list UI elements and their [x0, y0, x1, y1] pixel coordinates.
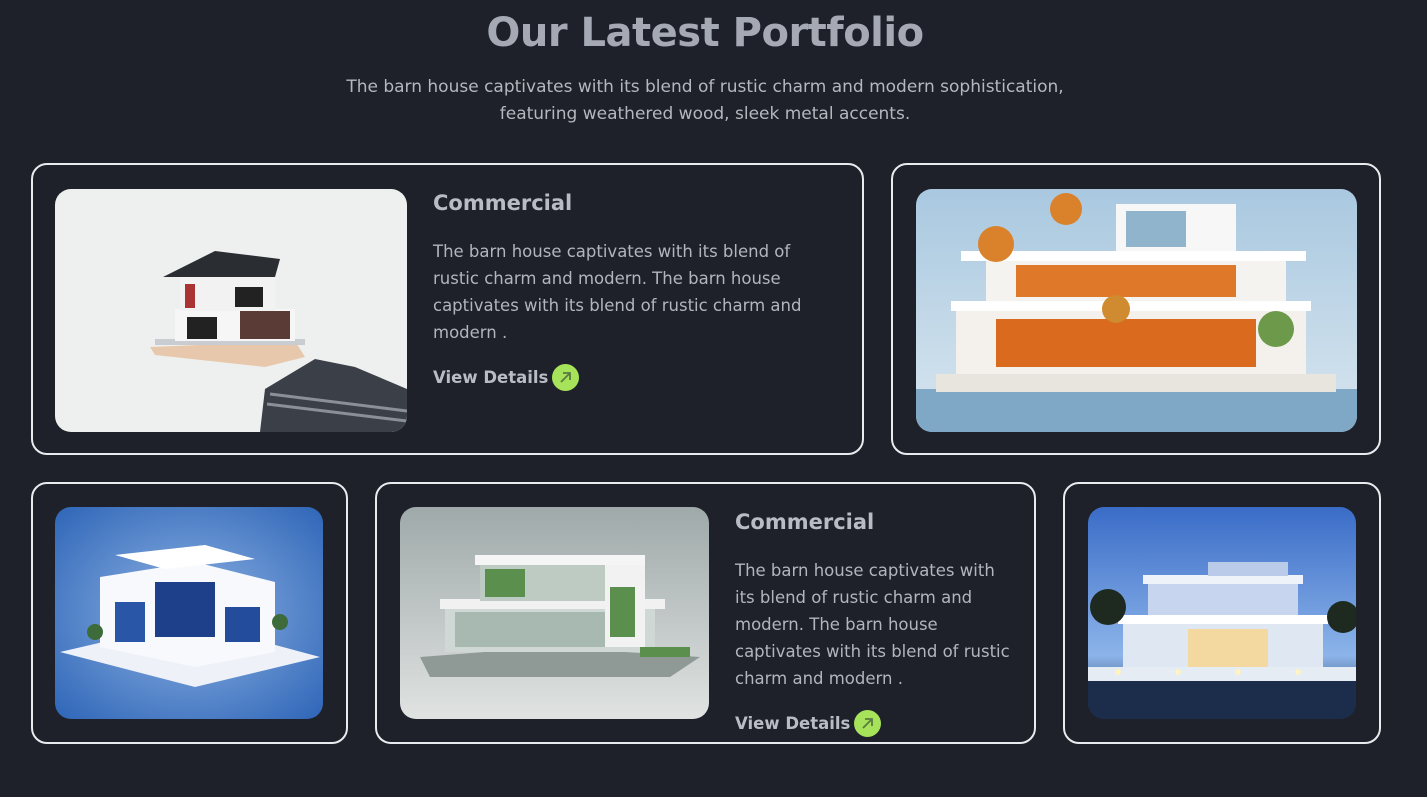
night-waterfront-house-image[interactable]: [1088, 507, 1356, 719]
glass-house-image[interactable]: [400, 507, 709, 719]
hand-house-model-image[interactable]: [55, 189, 407, 432]
subtitle-line-2: featuring weathered wood, sleek metal ac…: [499, 104, 911, 124]
modern-villa-image[interactable]: [916, 189, 1357, 432]
arrow-up-right-icon: [854, 710, 882, 737]
blue-modern-house-image[interactable]: [55, 507, 323, 719]
card-title: Commercial: [433, 191, 573, 215]
portfolio-card-night-house[interactable]: [1063, 482, 1381, 744]
portfolio-card-commercial-1[interactable]: Commercial The barn house captivates wit…: [31, 163, 864, 455]
section-title: Our Latest Portfolio: [486, 10, 924, 56]
view-details-label: View Details: [735, 714, 851, 733]
card-description: The barn house captivates with its blend…: [433, 242, 802, 342]
portfolio-card-commercial-2[interactable]: Commercial The barn house captivates wit…: [375, 482, 1036, 744]
arrow-up-right-icon: [552, 364, 580, 391]
view-details-label: View Details: [433, 368, 549, 387]
view-details-link[interactable]: View Details: [433, 364, 580, 391]
card-title: Commercial: [735, 510, 875, 534]
portfolio-card-blue-house[interactable]: [31, 482, 348, 744]
subtitle-line-1: The barn house captivates with its blend…: [346, 77, 1064, 97]
view-details-link[interactable]: View Details: [735, 710, 882, 737]
section-subtitle: The barn house captivates with its blend…: [0, 74, 1410, 128]
card-description: The barn house captivates with its blend…: [735, 561, 1010, 688]
portfolio-card-villa[interactable]: [891, 163, 1381, 455]
